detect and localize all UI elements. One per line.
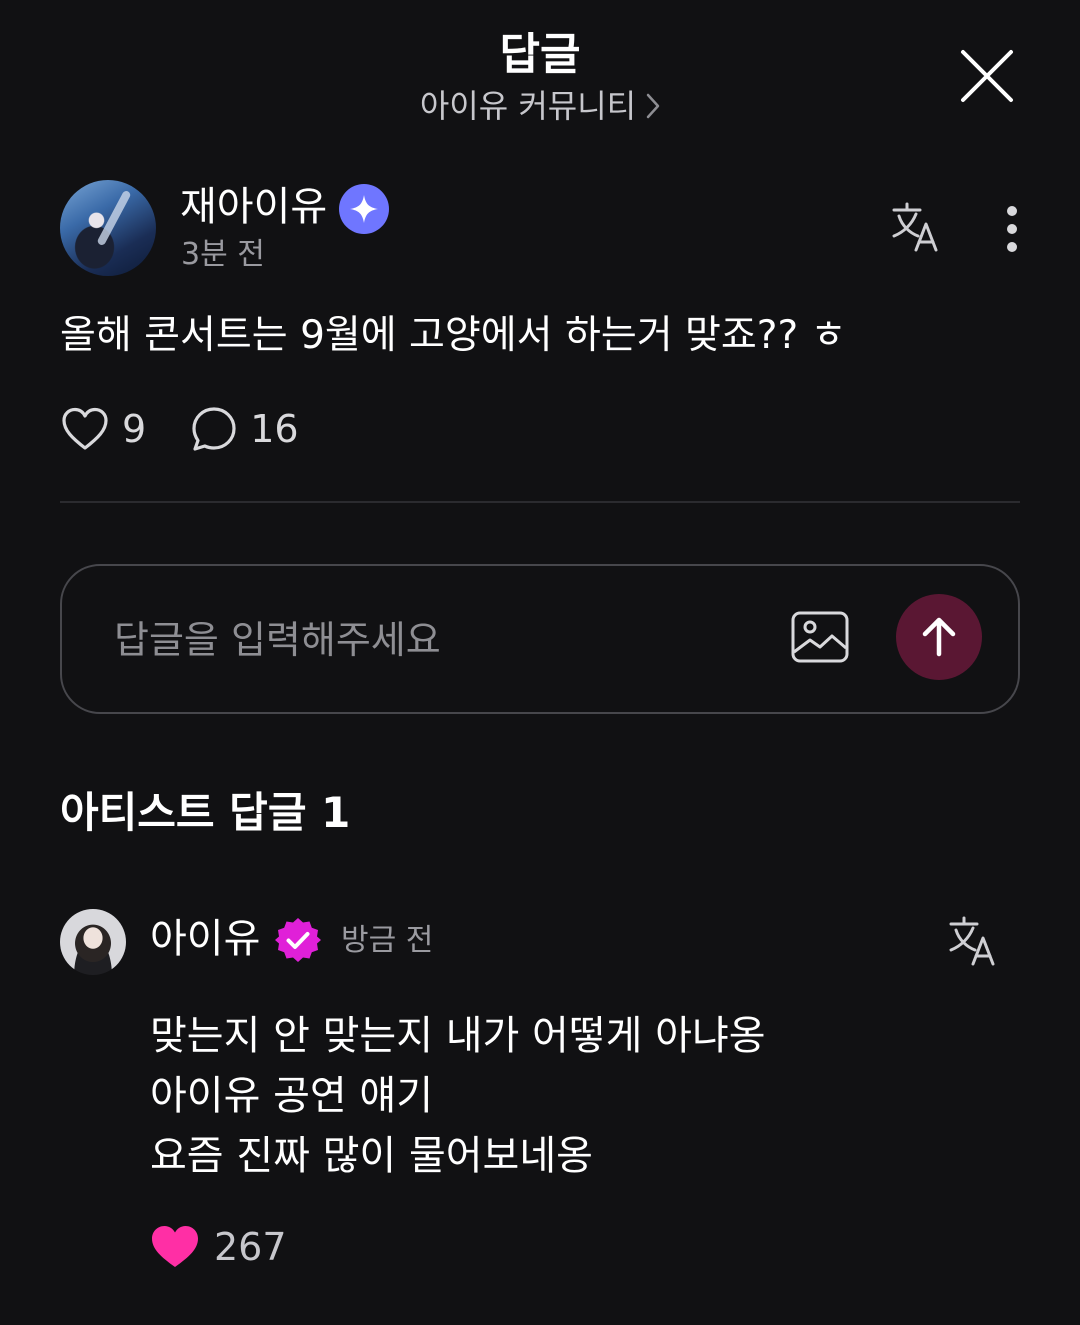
reply-translate-button[interactable] xyxy=(945,914,1001,970)
post-body: 올해 콘서트는 9월에 고양에서 하는거 맞죠?? ㅎ xyxy=(60,313,847,358)
reply-time: 방금 전 xyxy=(341,923,434,958)
more-dot xyxy=(1007,242,1017,252)
send-reply-button[interactable] xyxy=(896,594,982,680)
reply-line: 아이유 공연 얘기 xyxy=(150,1073,434,1119)
heart-outline-icon xyxy=(62,407,108,450)
image-icon xyxy=(791,611,849,663)
post-author-avatar[interactable] xyxy=(60,180,156,276)
star-badge-icon xyxy=(339,184,389,234)
post-author-name[interactable]: 재아이유 xyxy=(180,183,327,231)
reply-line: 요즘 진짜 많이 물어보네옹 xyxy=(150,1133,593,1179)
divider xyxy=(60,501,1020,503)
more-options-button[interactable] xyxy=(996,202,1028,256)
close-icon xyxy=(961,50,1013,102)
heart-filled-icon xyxy=(152,1226,198,1267)
more-dot xyxy=(1007,224,1017,234)
translate-icon xyxy=(949,916,995,966)
more-vertical-icon xyxy=(1007,206,1017,216)
page-title: 답글 xyxy=(499,29,581,80)
post-like-button[interactable]: 9 xyxy=(60,402,146,456)
community-link[interactable]: 아이유 커뮤니티 xyxy=(0,86,1080,126)
reply-input[interactable] xyxy=(112,606,756,674)
translate-button[interactable] xyxy=(888,200,944,256)
reply-body: 맞는지 안 맞는지 내가 어떻게 아냐옹 아이유 공연 얘기 요즘 진짜 많이 … xyxy=(150,1006,766,1186)
chevron-right-icon xyxy=(646,93,660,119)
reply-line: 맞는지 안 맞는지 내가 어떻게 아냐옹 xyxy=(150,1013,766,1059)
arrow-up-icon xyxy=(922,617,956,657)
close-button[interactable] xyxy=(955,44,1019,108)
post-like-count: 9 xyxy=(122,407,147,451)
community-name: 아이유 커뮤니티 xyxy=(419,87,637,125)
post-stats: 9 16 xyxy=(60,402,299,456)
translate-icon xyxy=(892,202,938,252)
post-time: 3분 전 xyxy=(181,237,265,272)
reply-like-count: 267 xyxy=(214,1225,287,1269)
verified-badge-icon xyxy=(274,916,322,964)
attach-image-button[interactable] xyxy=(790,610,850,664)
post-comment-button[interactable]: 16 xyxy=(190,402,299,456)
reply-composer xyxy=(60,564,1020,714)
post-comment-count: 16 xyxy=(250,407,299,451)
comment-icon xyxy=(192,407,236,451)
reply-author-name[interactable]: 아이유 xyxy=(150,914,260,964)
reply-author-avatar[interactable] xyxy=(60,909,126,975)
reply-like-button[interactable]: 267 xyxy=(150,1220,287,1274)
artist-replies-heading: 아티스트 답글 1 xyxy=(60,788,351,837)
